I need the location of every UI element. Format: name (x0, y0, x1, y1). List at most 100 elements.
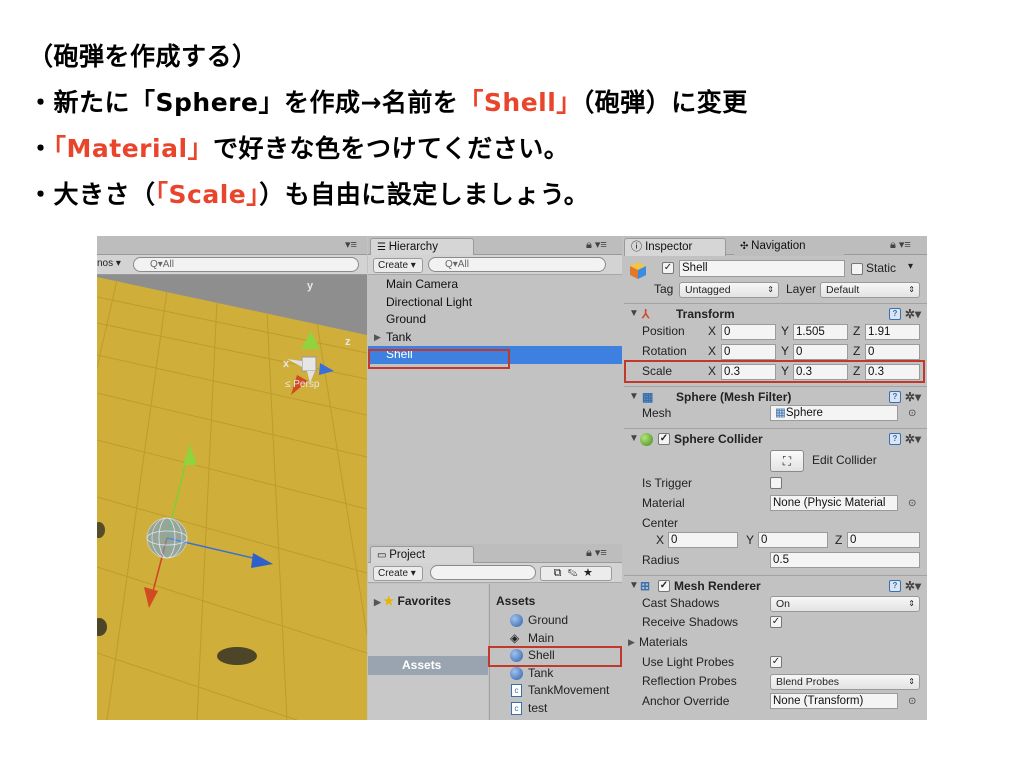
sphere-icon (510, 666, 523, 680)
project-search-input[interactable] (430, 565, 536, 580)
radius-field[interactable]: 0.5 (770, 552, 920, 568)
expand-arrow-icon[interactable]: ▶ (374, 329, 381, 347)
object-picker-icon[interactable]: ⊙ (908, 494, 916, 513)
collider-material-field[interactable]: None (Physic Material (770, 495, 898, 511)
use-light-probes-checkbox[interactable]: ✓ (770, 656, 782, 668)
panel-menu-icon[interactable]: ▾≡ (345, 238, 357, 251)
help-icon[interactable]: ? (889, 580, 901, 592)
static-label: Static (866, 261, 897, 275)
hierarchy-item-ground[interactable]: Ground (368, 311, 622, 329)
scene-viewport[interactable] (97, 275, 367, 720)
help-icon[interactable]: ? (889, 433, 901, 445)
bullet-2-tail: で好きな色をつけてください。 (213, 134, 570, 163)
edit-collider-icon: ⛶ (782, 454, 792, 468)
asset-item-tank[interactable]: Tank (510, 665, 553, 683)
rotation-z-field[interactable]: 0 (865, 344, 920, 360)
hierarchy-create-button[interactable]: Create ▾ (373, 258, 423, 273)
help-icon[interactable]: ? (889, 391, 901, 403)
position-label: Position (642, 324, 685, 338)
project-filter-buttons[interactable]: ⧉✎★ (540, 566, 612, 581)
scene-view[interactable]: ▾≡ nos ▾ Q▾All y z x ≤ Persp (97, 236, 367, 720)
asset-item-tankmovement[interactable]: c TankMovement (510, 682, 609, 700)
sphere-collider-enabled-checkbox[interactable]: ✓ (658, 433, 670, 445)
center-z-field[interactable]: 0 (847, 532, 920, 548)
position-y-field[interactable]: 1.505 (793, 324, 848, 340)
tab-navigation[interactable]: ✣ Navigation (734, 238, 844, 256)
mesh-grid-icon: ▦ (775, 407, 786, 419)
axis-y: Y (781, 324, 790, 338)
gizmos-dropdown[interactable]: nos ▾ (97, 258, 121, 269)
mesh-renderer-enabled-checkbox[interactable]: ✓ (658, 580, 670, 592)
project-panel: ▭ Project 🔒︎ ▾≡ Create ▾ ⧉✎★ ▶ ★ Favorit… (368, 544, 622, 720)
receive-shadows-checkbox[interactable]: ✓ (770, 616, 782, 628)
object-picker-icon[interactable]: ⊙ (908, 404, 916, 423)
scene-search-input[interactable]: Q▾All (133, 257, 359, 272)
radius-row: Radius 0.5 (624, 551, 927, 570)
lock-icon[interactable]: 🔒︎ ▾≡ (890, 238, 911, 252)
mesh-row: Mesh ▦Sphere ⊙ (624, 404, 927, 423)
bullet-2-highlight: 「Material」 (53, 134, 214, 163)
lock-icon[interactable]: 🔒︎ ▾≡ (586, 238, 607, 252)
layer-dropdown[interactable]: Default ⇕ (820, 282, 920, 298)
sphere-icon (510, 614, 523, 627)
foldout-arrow-icon[interactable]: ▼ (629, 304, 639, 324)
tab-inspector[interactable]: ⓘ Inspector (624, 238, 726, 256)
hierarchy-item-main-camera[interactable]: Main Camera (368, 276, 622, 294)
hierarchy-item-tank[interactable]: ▶ Tank (368, 329, 622, 347)
hierarchy-search-input[interactable]: Q▾All (428, 257, 606, 272)
rotation-y-field[interactable]: 0 (793, 344, 848, 360)
static-checkbox[interactable] (851, 263, 863, 275)
asset-item-ground[interactable]: Ground (510, 612, 568, 630)
shell-sphere (146, 517, 188, 559)
asset-label: test (528, 701, 548, 715)
foldout-arrow-icon[interactable]: ▼ (629, 429, 639, 449)
persp-label[interactable]: ≤ Persp (285, 379, 319, 390)
cast-shadows-dropdown[interactable]: On ⇕ (770, 596, 920, 612)
mesh-filter-header[interactable]: ▼ ▦ Sphere (Mesh Filter) ? ✲▾ (624, 386, 927, 406)
gear-icon[interactable]: ✲▾ (905, 429, 921, 449)
object-picker-icon[interactable]: ⊙ (908, 692, 916, 711)
edit-collider-button[interactable]: ⛶ (770, 450, 804, 472)
mesh-renderer-header[interactable]: ▼ ⊞ ✓ Mesh Renderer ? ✲▾ (624, 575, 927, 595)
gameobject-name-field[interactable]: Shell (679, 260, 845, 277)
static-dropdown-arrow-icon[interactable]: ▾ (908, 261, 913, 272)
expand-arrow-icon[interactable]: ▶ (628, 633, 635, 652)
materials-row[interactable]: ▶ Materials (624, 633, 927, 652)
center-x-field[interactable]: 0 (668, 532, 738, 548)
tab-project[interactable]: ▭ Project (370, 546, 474, 564)
sphere-collider-header[interactable]: ▼ ✓ Sphere Collider ? ✲▾ (624, 428, 927, 448)
script-icon: c (511, 684, 522, 698)
receive-shadows-label: Receive Shadows (642, 615, 739, 629)
tag-dropdown[interactable]: Untagged ⇕ (679, 282, 779, 298)
rotation-x-field[interactable]: 0 (721, 344, 776, 360)
reflection-probes-dropdown[interactable]: Blend Probes ⇕ (770, 674, 920, 690)
gameobject-active-checkbox[interactable]: ✓ (662, 262, 674, 274)
rotation-row: Rotation X 0 Y 0 Z 0 (624, 342, 927, 361)
tab-hierarchy[interactable]: ☰ Hierarchy (370, 238, 474, 256)
mesh-field[interactable]: ▦Sphere (770, 405, 898, 421)
position-z-field[interactable]: 1.91 (865, 324, 920, 340)
asset-item-main[interactable]: ◈ Main (510, 630, 554, 648)
gear-icon[interactable]: ✲▾ (905, 304, 921, 324)
is-trigger-checkbox[interactable] (770, 477, 782, 489)
hierarchy-search-placeholder: Q▾All (445, 259, 469, 270)
inspector-tabbar: ⓘ Inspector ✣ Navigation 🔒︎ ▾≡ (624, 236, 927, 256)
center-y-field[interactable]: 0 (758, 532, 828, 548)
use-light-probes-row: Use Light Probes ✓ (624, 653, 927, 672)
transform-header[interactable]: ▼ ⅄ Transform ? ✲▾ (624, 303, 927, 323)
bullet-1-text: ・新たに「Sphere」を作成→名前を (28, 88, 459, 117)
gear-icon[interactable]: ✲▾ (905, 576, 921, 596)
asset-item-test[interactable]: c test (510, 700, 547, 718)
help-icon[interactable]: ? (889, 308, 901, 320)
favorites-item[interactable]: ▶ ★ Favorites (374, 594, 451, 608)
expand-arrow-icon[interactable]: ▶ (374, 597, 383, 607)
anchor-override-field[interactable]: None (Transform) (770, 693, 898, 709)
position-x-field[interactable]: 0 (721, 324, 776, 340)
hierarchy-tab-label: Hierarchy (388, 241, 438, 253)
receive-shadows-row: Receive Shadows ✓ (624, 613, 927, 632)
lock-icon[interactable]: 🔒︎ ▾≡ (586, 546, 607, 560)
hierarchy-item-directional-light[interactable]: Directional Light (368, 294, 622, 312)
assets-folder-item[interactable]: Assets (368, 656, 488, 675)
project-create-button[interactable]: Create ▾ (373, 566, 423, 581)
foldout-arrow-icon[interactable]: ▼ (629, 576, 639, 596)
